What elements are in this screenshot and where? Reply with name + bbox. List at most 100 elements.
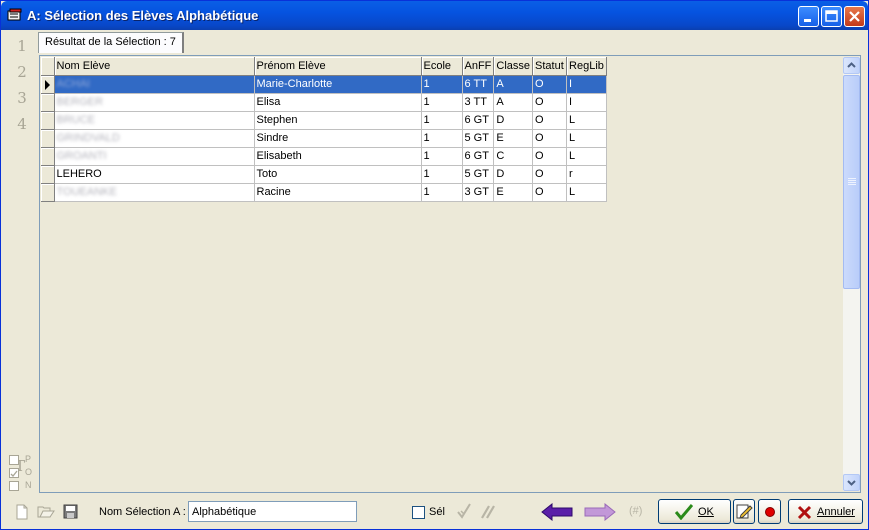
- page-tab-4[interactable]: 4: [15, 115, 29, 133]
- cell-prenom[interactable]: Marie-Charlotte: [254, 75, 422, 94]
- cell-statut[interactable]: O: [532, 111, 568, 130]
- column-header-prenom[interactable]: Prénom Elève: [254, 57, 422, 76]
- cell-prenom[interactable]: Racine: [254, 183, 422, 202]
- open-folder-icon[interactable]: [37, 504, 55, 519]
- cell-anff[interactable]: 5 GT: [462, 165, 495, 184]
- column-header-reglib[interactable]: RegLib: [566, 57, 607, 76]
- cell-reglib[interactable]: L: [566, 129, 607, 148]
- cell-prenom[interactable]: Sindre: [254, 129, 422, 148]
- cell-reglib[interactable]: L: [566, 183, 607, 202]
- cell-prenom[interactable]: Stephen: [254, 111, 422, 130]
- row-indicator[interactable]: [41, 75, 55, 94]
- cell-prenom[interactable]: Elisa: [254, 93, 422, 112]
- table-row[interactable]: GROANTI Elisabeth 1 6 GT C O L: [41, 147, 607, 166]
- cell-nom[interactable]: BERGER: [54, 93, 255, 112]
- table-row[interactable]: GRINDVALD Sindre 1 5 GT E O L: [41, 129, 607, 148]
- tab-resultat-selection[interactable]: Résultat de la Sélection : 7: [38, 32, 184, 53]
- column-header-ecole[interactable]: Ecole: [421, 57, 463, 76]
- cell-classe[interactable]: E: [493, 129, 534, 148]
- column-header-nom[interactable]: Nom Elève: [54, 57, 255, 76]
- cell-anff[interactable]: 3 TT: [462, 93, 495, 112]
- cell-reglib[interactable]: L: [566, 111, 607, 130]
- maximize-button[interactable]: [821, 6, 842, 27]
- filter-checkbox-n[interactable]: [9, 481, 19, 491]
- cell-reglib[interactable]: I: [566, 93, 607, 112]
- cell-anff[interactable]: 6 TT: [462, 75, 495, 94]
- row-indicator[interactable]: [41, 129, 55, 148]
- cell-nom[interactable]: GRINDVALD: [54, 129, 255, 148]
- column-header-statut[interactable]: Statut: [532, 57, 568, 76]
- cell-ecole[interactable]: 1: [421, 75, 463, 94]
- cell-ecole[interactable]: 1: [421, 111, 463, 130]
- cell-anff[interactable]: 3 GT: [462, 183, 495, 202]
- vertical-scrollbar[interactable]: [843, 57, 860, 491]
- row-indicator[interactable]: [41, 93, 55, 112]
- cell-classe[interactable]: A: [493, 75, 534, 94]
- cell-classe[interactable]: C: [493, 147, 534, 166]
- table-row[interactable]: BERGER Elisa 1 3 TT A O I: [41, 93, 607, 112]
- ok-button[interactable]: OK: [658, 499, 731, 524]
- table-row[interactable]: LEHERO Toto 1 5 GT D Or: [41, 165, 607, 184]
- title-bar[interactable]: A: Sélection des Elèves Alphabétique: [1, 1, 868, 30]
- cell-ecole[interactable]: 1: [421, 93, 463, 112]
- column-header-anff[interactable]: AnFF: [462, 57, 495, 76]
- cell-reglib[interactable]: r: [566, 165, 607, 184]
- cell-classe[interactable]: D: [493, 165, 534, 184]
- page-tab-3[interactable]: 3: [15, 89, 29, 107]
- cell-classe[interactable]: E: [493, 183, 534, 202]
- cell-reglib[interactable]: I: [566, 75, 607, 94]
- hash-counter-label[interactable]: (#): [629, 505, 642, 517]
- cell-classe[interactable]: A: [493, 93, 534, 112]
- previous-arrow-icon[interactable]: [541, 503, 573, 521]
- cell-ecole[interactable]: 1: [421, 183, 463, 202]
- row-indicator[interactable]: [41, 111, 55, 130]
- uncheck-all-icon[interactable]: [479, 502, 497, 520]
- next-arrow-icon[interactable]: [584, 503, 616, 521]
- table-row[interactable]: BRUCE Stephen 1 6 GT D O L: [41, 111, 607, 130]
- cell-statut[interactable]: O: [532, 129, 568, 148]
- close-button[interactable]: [844, 6, 865, 27]
- check-all-icon[interactable]: [456, 502, 472, 520]
- table-row[interactable]: ACHAI Marie-Charlotte 1 6 TT A O I: [41, 75, 607, 94]
- filter-checkbox-o[interactable]: [9, 468, 19, 478]
- cell-ecole[interactable]: 1: [421, 147, 463, 166]
- cell-classe[interactable]: D: [493, 111, 534, 130]
- row-indicator[interactable]: [41, 165, 55, 184]
- save-icon[interactable]: [63, 504, 78, 519]
- cell-ecole[interactable]: 1: [421, 165, 463, 184]
- cell-anff[interactable]: 5 GT: [462, 129, 495, 148]
- cell-ecole[interactable]: 1: [421, 129, 463, 148]
- minimize-button[interactable]: [798, 6, 819, 27]
- cell-statut[interactable]: O: [532, 183, 568, 202]
- cell-nom[interactable]: BRUCE: [54, 111, 255, 130]
- scrollbar-thumb[interactable]: [843, 75, 860, 289]
- cell-nom[interactable]: GROANTI: [54, 147, 255, 166]
- annuler-button[interactable]: Annuler: [788, 499, 863, 524]
- cell-statut[interactable]: O: [532, 147, 568, 166]
- row-indicator[interactable]: [41, 147, 55, 166]
- edit-note-button[interactable]: [733, 499, 755, 524]
- nom-selection-input[interactable]: [188, 501, 357, 522]
- record-button[interactable]: [758, 499, 781, 524]
- filter-checkbox-p[interactable]: [9, 455, 19, 465]
- cell-statut[interactable]: O: [532, 75, 568, 94]
- page-tab-2[interactable]: 2: [15, 63, 29, 81]
- cell-anff[interactable]: 6 GT: [462, 111, 495, 130]
- cell-reglib[interactable]: L: [566, 147, 607, 166]
- cell-anff[interactable]: 6 GT: [462, 147, 495, 166]
- cell-prenom[interactable]: Toto: [254, 165, 422, 184]
- cell-statut[interactable]: O: [532, 165, 568, 184]
- sel-checkbox[interactable]: [412, 506, 425, 519]
- scroll-down-button[interactable]: [843, 474, 860, 491]
- cell-nom[interactable]: TOUEANKE: [54, 183, 255, 202]
- new-document-icon[interactable]: [15, 504, 29, 520]
- row-indicator[interactable]: [41, 183, 55, 202]
- scroll-up-button[interactable]: [843, 57, 860, 74]
- table-row[interactable]: TOUEANKE Racine 1 3 GT E O L: [41, 183, 607, 202]
- cell-nom[interactable]: ACHAI: [54, 75, 255, 94]
- column-header-classe[interactable]: Classe: [493, 57, 534, 76]
- cell-nom[interactable]: LEHERO: [54, 165, 255, 184]
- page-tab-1[interactable]: 1: [15, 37, 29, 55]
- cell-statut[interactable]: O: [532, 93, 568, 112]
- cell-prenom[interactable]: Elisabeth: [254, 147, 422, 166]
